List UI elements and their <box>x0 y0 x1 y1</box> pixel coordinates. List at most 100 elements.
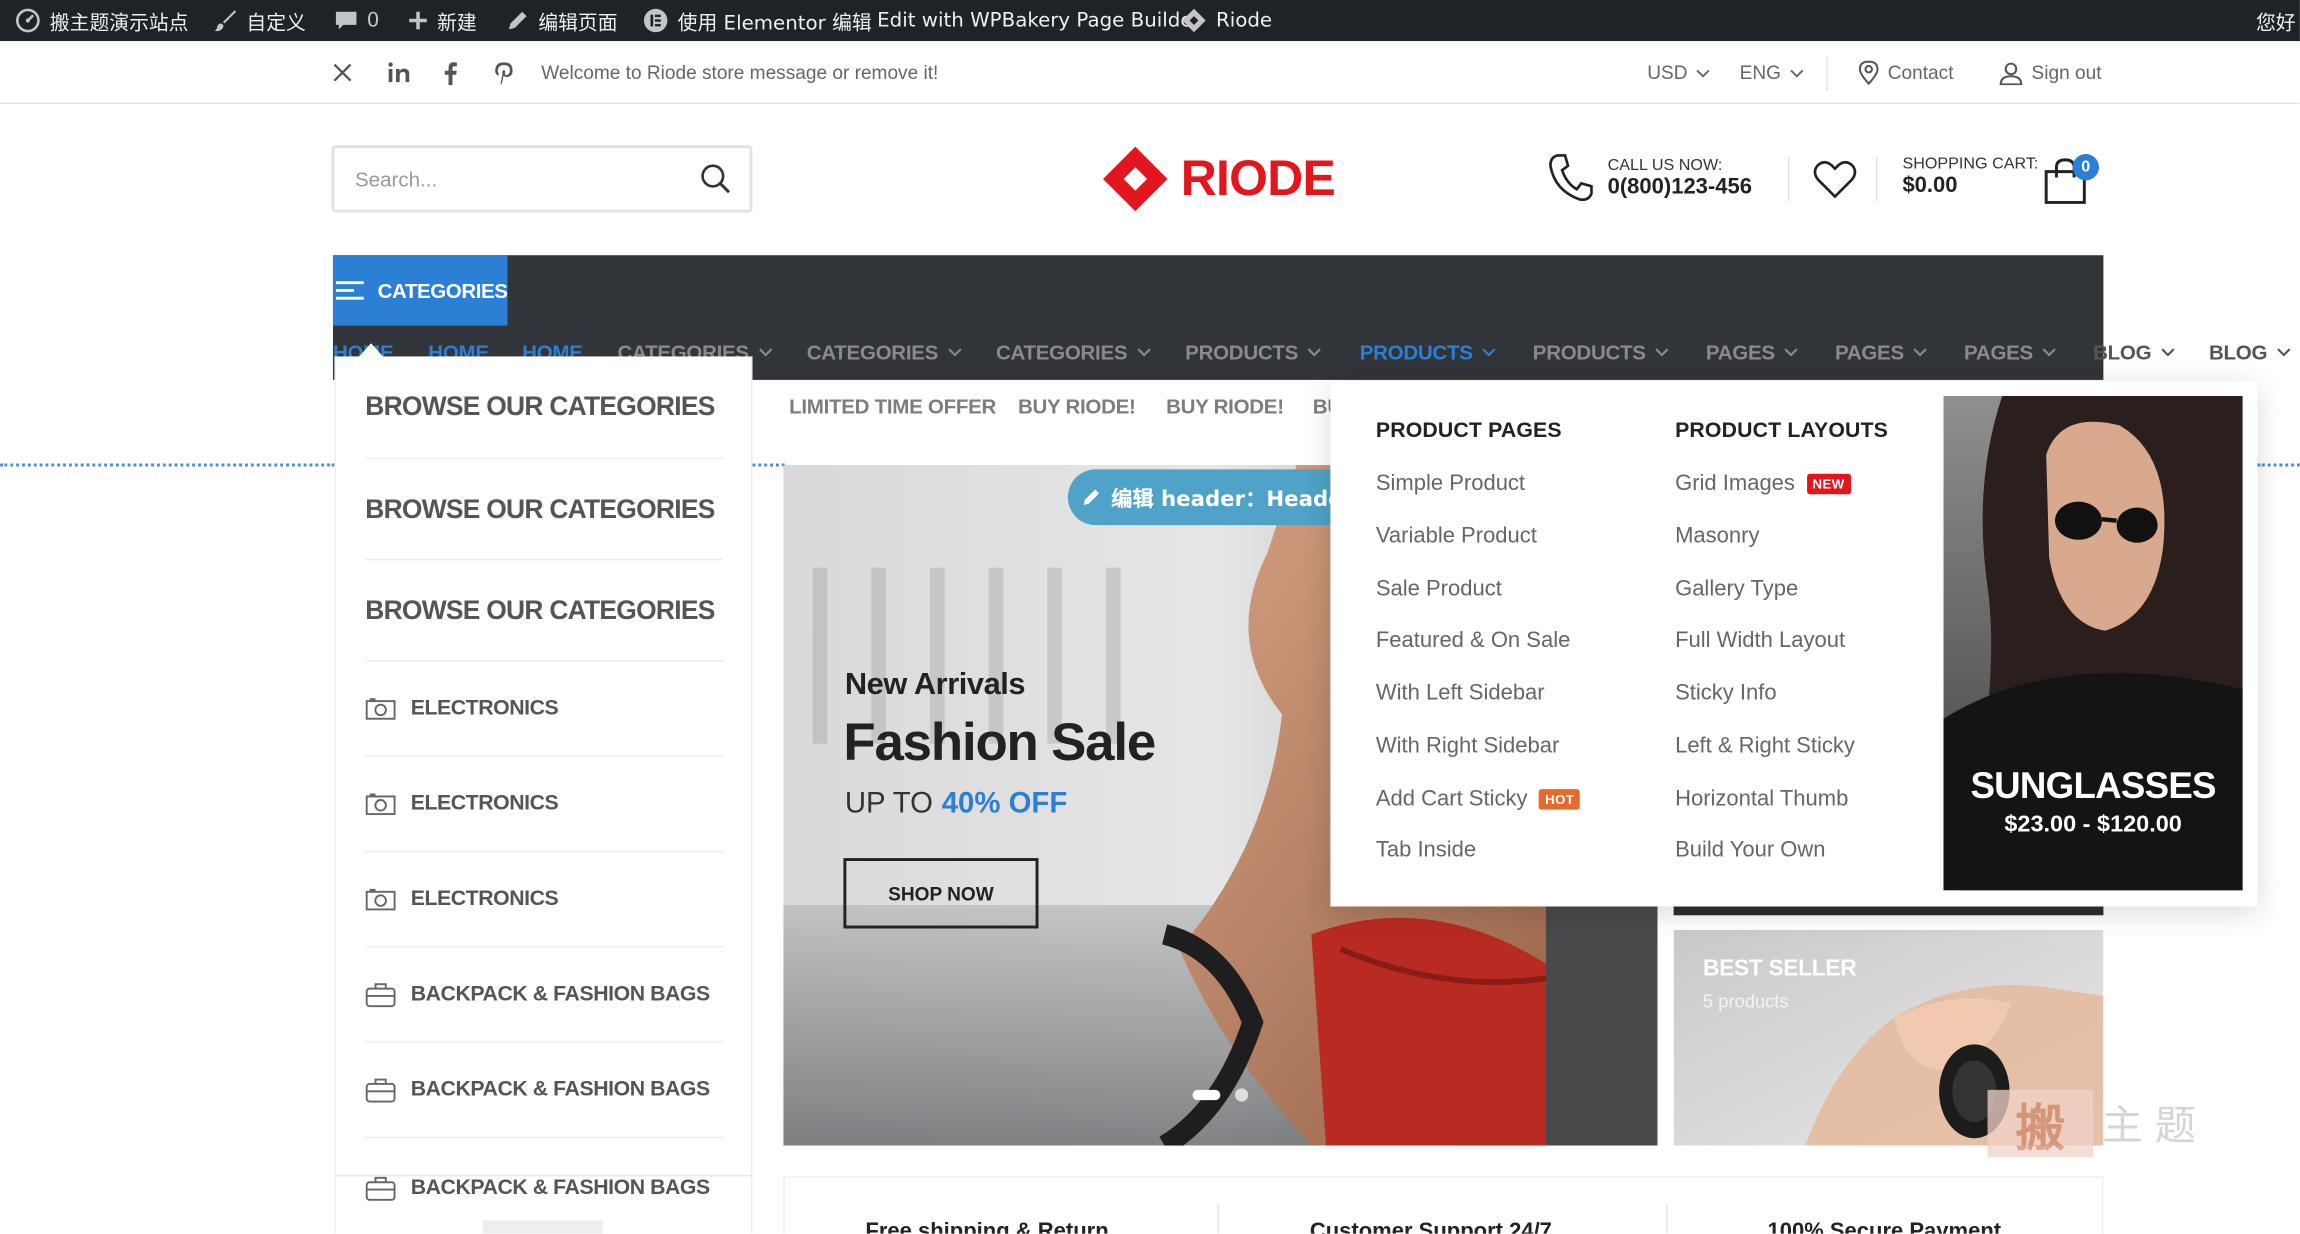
admin-customize[interactable]: 自定义 <box>214 0 306 41</box>
cart-button[interactable]: 0 <box>2043 154 2102 207</box>
top-bar: Welcome to Riode store message or remove… <box>0 41 2300 105</box>
nav-products-1[interactable]: PRODUCTS <box>1185 340 1321 364</box>
slider-dot-active[interactable] <box>1192 1089 1221 1101</box>
sign-out-link[interactable]: Sign out <box>1999 41 2101 104</box>
riode-logo-icon <box>1103 146 1168 212</box>
wishlist-button[interactable] <box>1813 160 1857 200</box>
menu-link-add-cart-sticky[interactable]: Add Cart Sticky HOT <box>1375 786 1581 812</box>
nav-pages-1[interactable]: PAGES <box>1706 340 1798 364</box>
admin-riode[interactable]: Riode <box>1181 0 1272 41</box>
edit-header-button[interactable]: 编辑 header：Header <box>1067 469 1366 526</box>
contact-link[interactable]: Contact <box>1858 41 1954 104</box>
nav-products-3[interactable]: PRODUCTS <box>1533 340 1669 364</box>
cart-summary[interactable]: SHOPPING CART: $0.00 <box>1902 155 2038 198</box>
heading-label: BROWSE OUR CATEGORIES <box>365 594 715 625</box>
menu-link-label: Horizontal Thumb <box>1675 786 1849 812</box>
nav-pages-3[interactable]: PAGES <box>1964 340 2056 364</box>
admin-comments[interactable]: 0 <box>334 0 379 41</box>
currency-dropdown[interactable]: USD <box>1647 41 1711 104</box>
new-badge: NEW <box>1806 473 1851 494</box>
admin-site-menu[interactable]: 搬主题演示站点 <box>15 0 188 41</box>
menu-link-left-right-sticky[interactable]: Left & Right Sticky <box>1675 733 1855 758</box>
chevron-down-icon <box>1136 348 1151 357</box>
menu-link-full-width[interactable]: Full Width Layout <box>1675 628 1845 653</box>
category-label: ELECTRONICS <box>410 792 559 816</box>
admin-edit-page[interactable]: 编辑页面 <box>506 0 618 41</box>
categories-toggle-button[interactable]: CATEGORIES <box>332 255 508 326</box>
sunglasses-promo-banner[interactable]: SUNGLASSES $23.00 - $120.00 <box>1943 396 2243 891</box>
category-item-backpack[interactable]: BACKPACK & FASHION BAGS <box>365 1043 724 1139</box>
nav-sub-buy-riode-1[interactable]: BUY RIODE! <box>1018 395 1136 418</box>
call-us-block[interactable]: CALL US NOW: 0(800)123-456 <box>1549 153 1752 203</box>
nav-categories-2[interactable]: CATEGORIES <box>807 340 962 364</box>
menu-link-build-your-own[interactable]: Build Your Own <box>1675 838 1825 863</box>
language-dropdown[interactable]: ENG <box>1740 41 1805 104</box>
search-box[interactable]: Search... <box>331 145 753 213</box>
search-input[interactable]: Search... <box>355 167 437 190</box>
browse-categories-heading[interactable]: BROWSE OUR CATEGORIES <box>365 560 724 662</box>
category-item-electronics[interactable]: ELECTRONICS <box>365 757 724 853</box>
menu-link-featured-on-sale[interactable]: Featured & On Sale <box>1376 628 1570 653</box>
nav-pages-2[interactable]: PAGES <box>1835 340 1927 364</box>
chevron-down-icon <box>1655 348 1669 357</box>
feature-support: Customer Support 24/7 <box>1309 1218 1552 1234</box>
banner-edge <box>1673 906 2104 916</box>
bag-icon <box>365 1078 396 1103</box>
menu-link-tab-inside[interactable]: Tab Inside <box>1376 838 1476 863</box>
menu-link-horizontal-thumb[interactable]: Horizontal Thumb <box>1675 786 1848 811</box>
call-label: CALL US NOW: <box>1607 156 1723 174</box>
chevron-down-icon <box>1482 348 1496 357</box>
site-logo[interactable]: RIODE <box>1102 145 1336 212</box>
category-item-electronics[interactable]: ELECTRONICS <box>365 852 724 948</box>
menu-link-left-sidebar[interactable]: With Left Sidebar <box>1376 681 1545 706</box>
slider-dot[interactable] <box>1235 1088 1249 1102</box>
nav-label: BLOG <box>2093 340 2152 364</box>
nav-sub-limited-offer[interactable]: LIMITED TIME OFFER <box>789 395 996 418</box>
shop-now-button[interactable]: SHOP NOW <box>843 858 1039 929</box>
nav-products-2-active[interactable]: PRODUCTS <box>1360 340 1496 364</box>
categories-button-label: CATEGORIES <box>377 278 508 303</box>
nav-blog-1[interactable]: BLOG <box>2093 340 2175 364</box>
pinterest-social-link[interactable] <box>494 41 513 104</box>
linkedin-social-link[interactable] <box>387 41 410 104</box>
bag-icon <box>365 983 396 1008</box>
menu-link-grid-images[interactable]: Grid Images NEW <box>1675 471 1851 496</box>
x-social-link[interactable] <box>331 41 353 104</box>
offer-value: 40% OFF <box>941 787 1068 820</box>
admin-greeting[interactable]: 您好 <box>2256 0 2296 41</box>
nav-blog-2[interactable]: BLOG <box>2209 340 2291 364</box>
browse-categories-heading[interactable]: BROWSE OUR CATEGORIES <box>365 356 724 460</box>
nav-categories-3[interactable]: CATEGORIES <box>995 340 1151 364</box>
browse-categories-heading[interactable]: BROWSE OUR CATEGORIES <box>365 459 724 561</box>
category-item-electronics[interactable]: ELECTRONICS <box>365 662 724 757</box>
menu-link-label: Sticky Info <box>1675 680 1777 706</box>
menu-link-right-sidebar[interactable]: With Right Sidebar <box>1376 733 1559 758</box>
menu-link-label: Add Cart Sticky <box>1375 786 1528 812</box>
admin-riode-label: Riode <box>1215 8 1273 33</box>
menu-link-sale-product[interactable]: Sale Product <box>1376 576 1502 601</box>
menu-link-label: Sale Product <box>1375 576 1502 602</box>
nav-label: CATEGORIES <box>995 340 1128 364</box>
logo-text: RIODE <box>1180 150 1336 207</box>
category-label: BACKPACK & FASHION BAGS <box>410 982 711 1007</box>
menu-link-gallery-type[interactable]: Gallery Type <box>1675 576 1798 601</box>
category-label: BACKPACK & FASHION BAGS <box>410 1078 711 1102</box>
menu-link-masonry[interactable]: Masonry <box>1675 524 1759 549</box>
chevron-down-icon <box>2042 348 2056 357</box>
category-item-backpack[interactable]: BACKPACK & FASHION BAGS <box>365 948 724 1043</box>
admin-wpbakery[interactable]: Edit with WPBakery Page Builder <box>877 0 1201 41</box>
chevron-down-icon <box>1790 68 1804 77</box>
admin-new[interactable]: 新建 <box>408 0 477 41</box>
menu-link-sticky-info[interactable]: Sticky Info <box>1675 681 1777 706</box>
menu-link-simple-product[interactable]: Simple Product <box>1376 471 1525 496</box>
nav-sub-buy-riode-2[interactable]: BUY RIODE! <box>1166 395 1284 418</box>
product-pages-heading: PRODUCT PAGES <box>1375 419 1562 443</box>
hamburger-icon <box>335 281 365 300</box>
category-item-backpack[interactable]: BACKPACK & FASHION BAGS <box>365 1138 723 1233</box>
menu-link-variable-product[interactable]: Variable Product <box>1376 524 1537 549</box>
facebook-social-link[interactable] <box>443 41 458 104</box>
admin-elementor[interactable]: 使用 Elementor 编辑 <box>642 0 872 41</box>
search-icon[interactable] <box>700 163 732 195</box>
nav-label: PRODUCTS <box>1185 340 1299 364</box>
divider <box>1826 55 1828 91</box>
